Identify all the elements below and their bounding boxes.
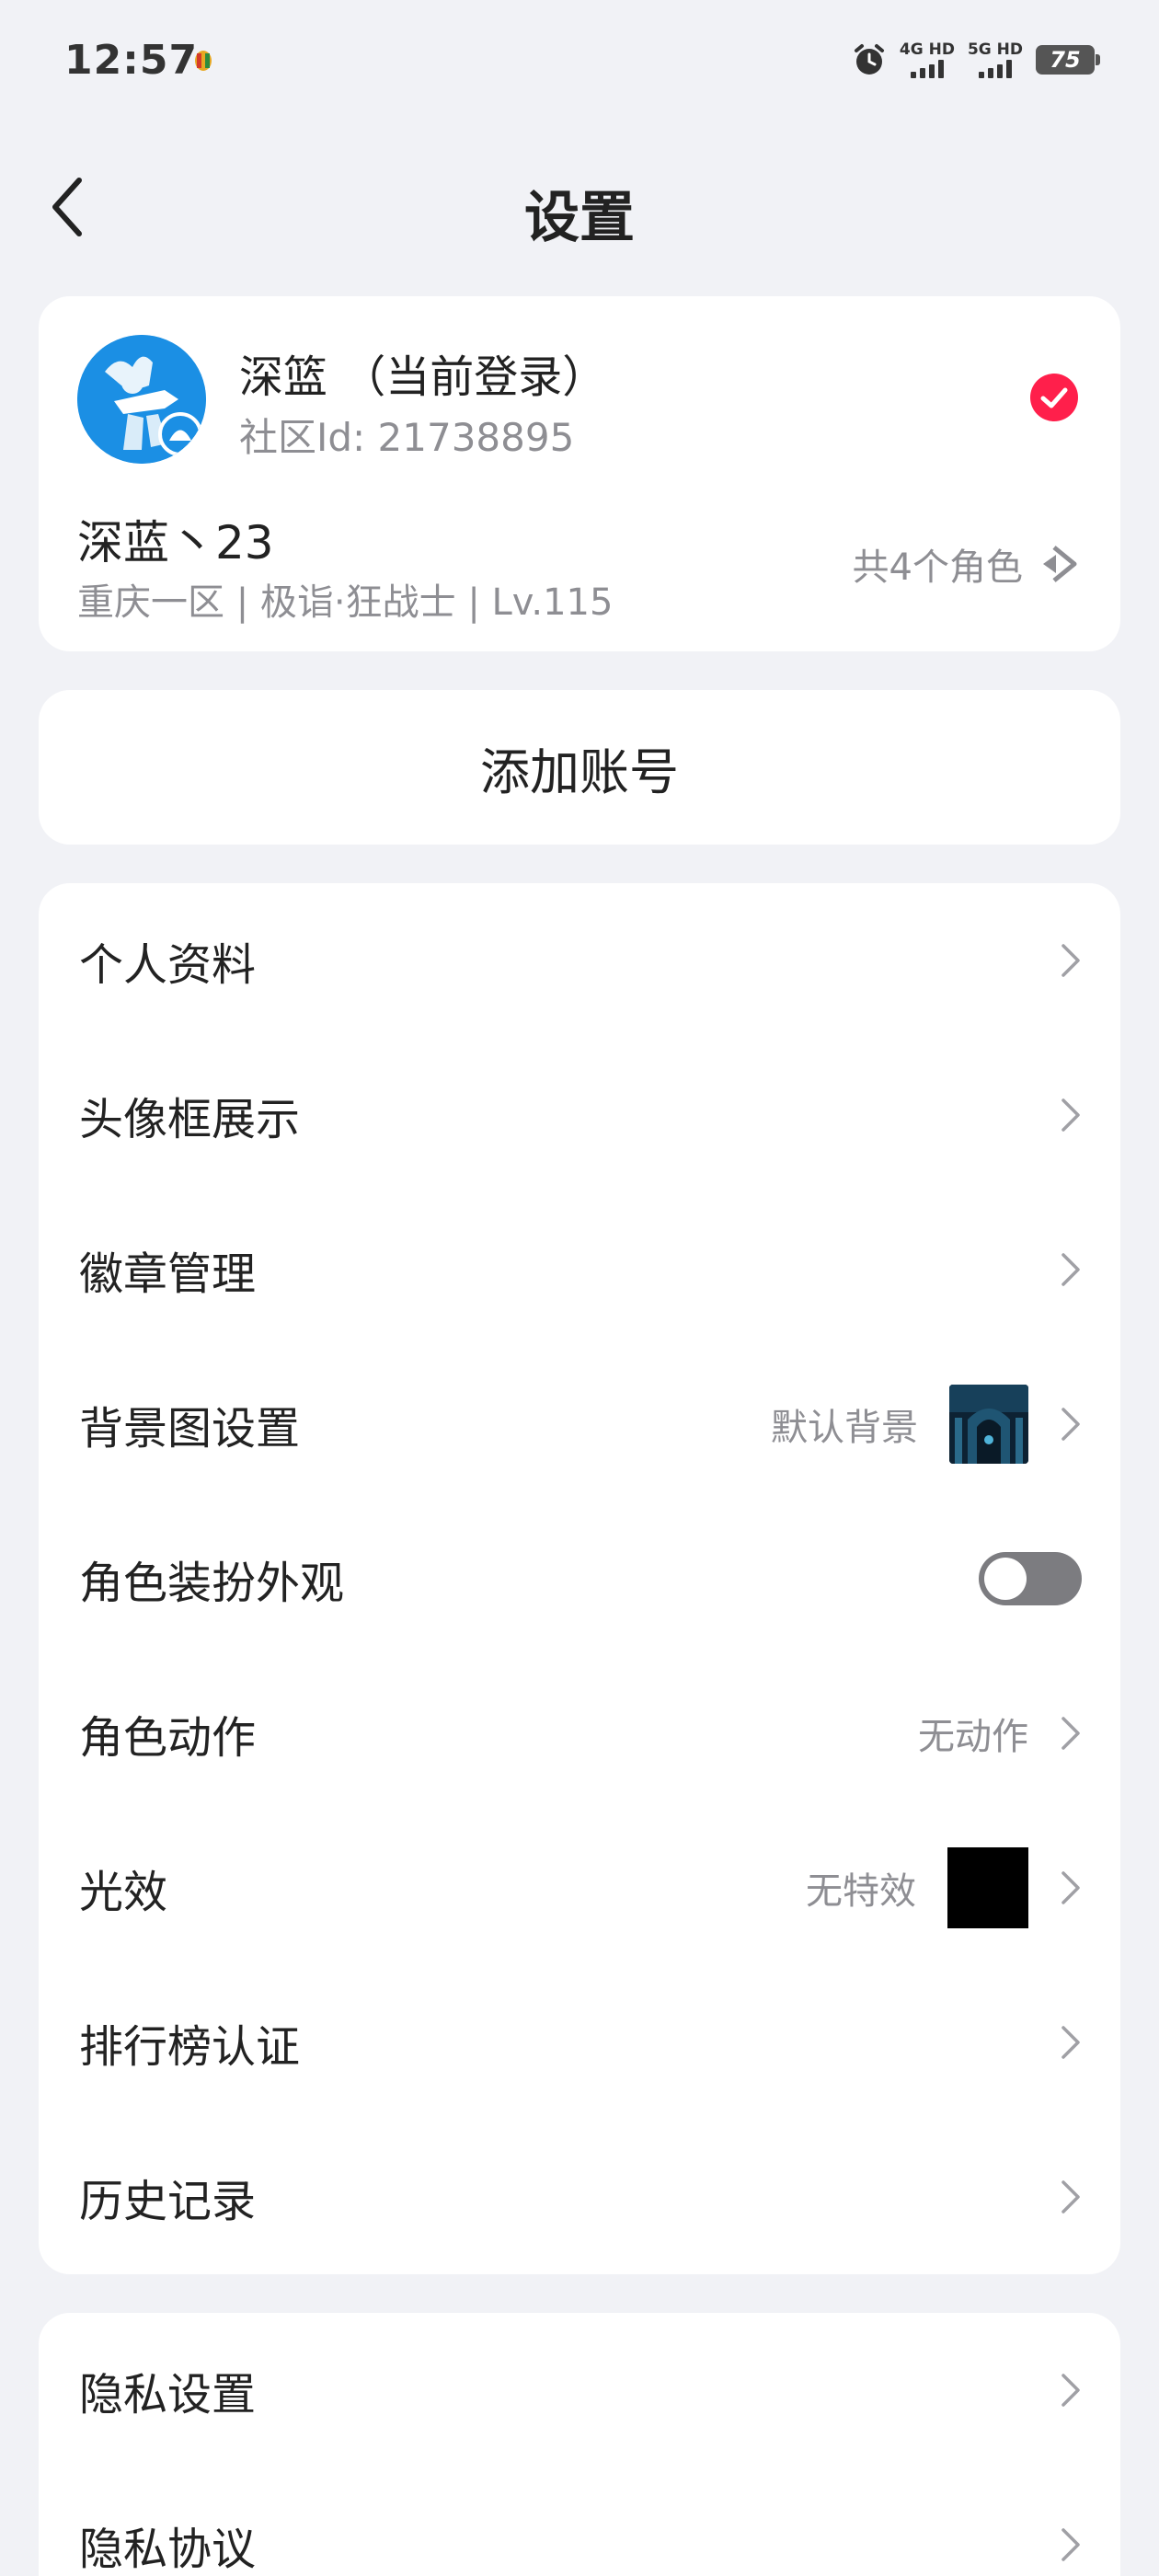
menu-item-label: 排行榜认证 [79,2021,301,2073]
menu-item-effect[interactable]: 光效 无特效 [39,1811,1120,1965]
account-name: 深篮 （当前登录） [239,351,607,403]
privacy-menu: 隐私设置 隐私协议 [39,2313,1120,2576]
status-time: 12:57 [64,37,199,84]
menu-item-label: 头像框展示 [79,1094,301,1145]
signal-5g-icon: 5G HD [968,41,1023,78]
status-icons: 4G HD 5G HD 75 [852,37,1100,83]
status-bar: 12:57 4G HD 5G HD 75 [0,0,1159,125]
chevron-right-icon [1061,2374,1080,2407]
chevron-right-icon [1061,1253,1080,1286]
menu-item-background[interactable]: 背景图设置 默认背景 [39,1347,1120,1501]
role-name: 深蓝丶23 [77,516,274,569]
effect-thumbnail [947,1847,1028,1928]
switch-arrow-icon [1043,546,1077,582]
chevron-right-icon [1061,2026,1080,2059]
menu-item-label: 光效 [79,1867,168,1918]
battery-level: 75 [1050,47,1081,73]
action-value: 无动作 [918,1716,1028,1758]
battery-icon: 75 [1036,45,1100,75]
role-info: 重庆一区 | 极诣·狂战士 | Lv.115 [77,581,614,624]
menu-item-ranking[interactable]: 排行榜认证 [39,1965,1120,2120]
outfit-toggle[interactable] [979,1552,1082,1605]
menu-item-label: 隐私设置 [79,2369,257,2421]
menu-item-privacy-settings[interactable]: 隐私设置 [39,2313,1120,2467]
menu-item-label: 个人资料 [79,939,257,991]
chevron-right-icon [1061,944,1080,977]
avatar-character-icon [77,335,206,464]
background-value: 默认背景 [771,1407,918,1449]
settings-menu: 个人资料 头像框展示 徽章管理 背景图设置 默认背景 角色装扮外观 角色动作 无… [39,883,1120,2274]
add-account-button[interactable]: 添加账号 [39,690,1120,845]
account-card[interactable]: 深篮 （当前登录） 社区Id: 21738895 深蓝丶23 重庆一区 | 极诣… [39,296,1120,651]
chevron-right-icon [1061,1717,1080,1750]
chevron-right-icon [1061,2180,1080,2214]
chevron-right-icon [1061,1408,1080,1441]
menu-item-history[interactable]: 历史记录 [39,2120,1120,2274]
chevron-right-icon [1061,1871,1080,1904]
page-title: 设置 [524,186,635,250]
signal-4g-icon: 4G HD [900,41,955,78]
alarm-icon [854,44,884,75]
toggle-knob [984,1558,1027,1600]
chevron-right-icon [1061,2528,1080,2561]
role-switch-button[interactable]: 共4个角色 [853,537,1082,591]
menu-item-privacy-policy[interactable]: 隐私协议 [39,2467,1120,2576]
checkmark-icon [1030,374,1078,421]
header: 设置 [0,147,1159,267]
avatar[interactable] [77,335,206,464]
app-notification-icon [195,51,212,71]
menu-item-label: 角色装扮外观 [79,1558,345,1609]
menu-item-label: 隐私协议 [79,2524,257,2575]
menu-item-action[interactable]: 角色动作 无动作 [39,1656,1120,1811]
menu-item-avatar-frame[interactable]: 头像框展示 [39,1038,1120,1192]
background-thumbnail [949,1385,1028,1464]
add-account-label: 添加账号 [480,742,679,801]
menu-item-outfit: 角色装扮外观 [39,1501,1120,1656]
menu-item-profile[interactable]: 个人资料 [39,883,1120,1038]
effect-value: 无特效 [806,1870,916,1913]
menu-item-label: 徽章管理 [79,1248,257,1300]
menu-item-badge[interactable]: 徽章管理 [39,1192,1120,1347]
menu-item-label: 历史记录 [79,2176,257,2227]
menu-item-label: 角色动作 [79,1712,257,1764]
community-id: 社区Id: 21738895 [239,415,575,460]
menu-item-label: 背景图设置 [79,1403,301,1455]
role-count: 共4个角色 [852,546,1023,589]
chevron-right-icon [1061,1098,1080,1132]
